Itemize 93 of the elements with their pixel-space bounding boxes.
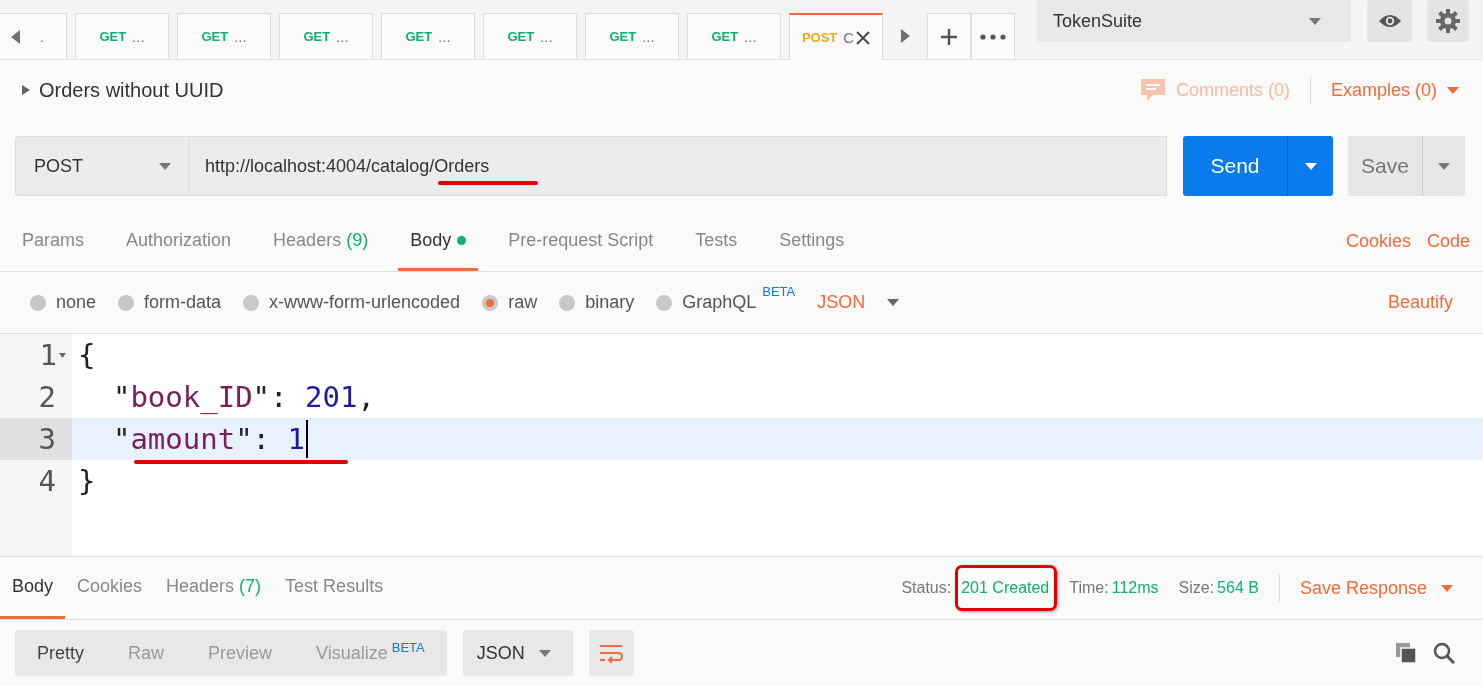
wrap-icon: [599, 643, 624, 663]
examples-link[interactable]: Examples (0): [1330, 79, 1437, 101]
request-tab[interactable]: GET ...: [687, 13, 781, 59]
copy-icon[interactable]: [1395, 642, 1417, 664]
meta-label: Status:: [901, 579, 952, 597]
caret-icon: [1309, 17, 1321, 25]
request-config-tab[interactable]: Tests: [683, 212, 750, 271]
request-tab[interactable]: GET ...: [75, 13, 169, 59]
radio-button[interactable]: [656, 294, 673, 311]
environment-dropdown[interactable]: TokenSuite: [1037, 0, 1351, 42]
radio-button[interactable]: [482, 294, 499, 311]
settings-icon: [1436, 9, 1460, 33]
request-config-tab[interactable]: Settings: [767, 212, 857, 271]
save-response-dropdown[interactable]: Save Response: [1299, 577, 1453, 599]
line-number: 3: [38, 422, 56, 456]
radio-label[interactable]: raw: [508, 292, 538, 313]
caret-icon: [1304, 162, 1317, 170]
beautify-link[interactable]: Beautify: [1387, 292, 1453, 313]
view-mode-tab[interactable]: Visualize $^{BETA}$: [294, 630, 447, 676]
code-line[interactable]: {: [78, 338, 96, 372]
close-icon[interactable]: [856, 30, 871, 45]
wrap-lines-button[interactable]: [588, 630, 634, 676]
method-dropdown[interactable]: POST: [15, 136, 190, 196]
radio-button[interactable]: [30, 294, 46, 311]
caret-icon: [887, 299, 900, 306]
radio-button[interactable]: [118, 294, 135, 311]
line-number: 2: [38, 380, 56, 414]
request-name: Orders without UUID: [39, 78, 224, 102]
radio-label[interactable]: binary: [585, 292, 635, 313]
meta-value: 201 Created: [961, 579, 1050, 596]
line-number: 4: [38, 464, 56, 498]
request-config-tab[interactable]: Headers (9): [261, 212, 381, 271]
radio-label[interactable]: none: [56, 292, 97, 313]
view-mode-tab[interactable]: Preview: [186, 630, 295, 676]
request-tab[interactable]: GET ...: [381, 13, 475, 59]
request-tab[interactable]: GET ...: [483, 13, 577, 59]
response-tab[interactable]: Body: [0, 557, 66, 619]
meta-value: 112ms: [1111, 579, 1159, 597]
caret-icon: [538, 649, 551, 657]
caret-icon: [1438, 162, 1450, 170]
link[interactable]: Code: [1426, 231, 1470, 252]
save-button[interactable]: Save: [1348, 136, 1422, 196]
meta-value: 564 B: [1217, 579, 1259, 597]
response-tab[interactable]: Headers (7): [154, 557, 274, 619]
request-tab[interactable]: POST C: [789, 13, 883, 60]
code-line[interactable]: "book_ID": 201,: [78, 380, 375, 414]
triangle-left-icon: [10, 28, 20, 45]
more-button[interactable]: [971, 13, 1015, 59]
ellipsis-icon: [980, 33, 1006, 40]
view-mode-tab[interactable]: Raw: [106, 630, 187, 676]
fold-caret-icon[interactable]: [59, 352, 66, 358]
format-dropdown[interactable]: JSON: [462, 630, 573, 676]
plus-icon: [939, 26, 959, 47]
expand-caret-icon[interactable]: [22, 85, 30, 95]
radio-button[interactable]: [243, 294, 260, 311]
response-tab[interactable]: Test Results: [273, 557, 396, 619]
request-config-tab[interactable]: Pre-request Script: [496, 212, 666, 271]
send-button[interactable]: Send: [1183, 136, 1287, 196]
request-config-tab[interactable]: Authorization: [114, 212, 244, 271]
code-line[interactable]: }: [78, 464, 96, 498]
request-tab[interactable]: GET ...: [177, 13, 271, 59]
request-tab[interactable]: GET ...: [279, 13, 373, 59]
search-icon[interactable]: [1433, 642, 1455, 664]
view-mode-tab[interactable]: Pretty: [15, 630, 106, 676]
line-number: 1: [39, 338, 57, 372]
eye-button[interactable]: [1367, 0, 1412, 42]
radio-label[interactable]: form-data: [144, 292, 222, 313]
request-tab[interactable]: GET ...: [585, 13, 679, 59]
beta-label: BETA: [762, 284, 796, 299]
radio-label[interactable]: x-www-form-urlencoded: [269, 292, 461, 313]
format-dropdown[interactable]: JSON: [817, 292, 900, 313]
radio-button[interactable]: [559, 294, 576, 311]
caret-icon: [1441, 584, 1453, 592]
settings-button[interactable]: [1427, 0, 1469, 42]
caret-icon[interactable]: [1447, 86, 1459, 94]
request-tab[interactable]: .: [0, 13, 67, 59]
meta-label: Time:: [1069, 579, 1109, 597]
url-field[interactable]: http://localhost:4004/catalog/Orders: [190, 136, 1167, 196]
triangle-right-icon: [899, 28, 911, 44]
comment-icon: [1139, 78, 1166, 102]
request-config-tab[interactable]: Body: [398, 212, 479, 271]
meta-label: Size:: [1178, 579, 1215, 597]
eye-icon: [1377, 13, 1402, 29]
radio-label[interactable]: GraphQL: [682, 292, 757, 313]
code-line[interactable]: "amount": 1: [78, 422, 305, 456]
link[interactable]: Cookies: [1345, 231, 1411, 252]
response-tab[interactable]: Cookies: [65, 557, 155, 619]
text-cursor: [306, 420, 308, 458]
caret-icon: [159, 162, 171, 170]
gutter-background: [0, 502, 72, 556]
code-editor[interactable]: 1 { 2 "book_ID": 201, 3 "amount": 1 4 }: [0, 333, 1483, 557]
request-config-tab[interactable]: Params: [10, 212, 96, 271]
new-tab-button[interactable]: [927, 13, 971, 59]
